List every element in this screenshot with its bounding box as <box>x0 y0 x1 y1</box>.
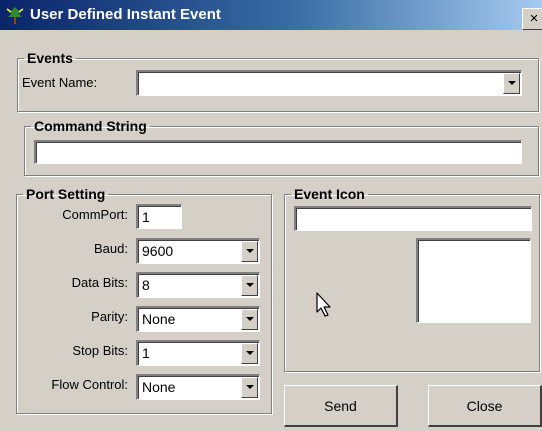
parity-dropdown-button[interactable] <box>241 309 258 330</box>
data-bits-value: 8 <box>142 277 150 293</box>
parity-value: None <box>142 311 176 327</box>
flow-control-label: Flow Control: <box>51 377 128 392</box>
data-bits-label: Data Bits: <box>71 275 128 290</box>
event-name-label: Event Name: <box>22 75 98 90</box>
event-icon-path-input[interactable] <box>294 206 532 231</box>
mouse-pointer-icon <box>316 292 331 317</box>
commport-label: CommPort: <box>62 207 128 222</box>
close-window-button[interactable]: × <box>522 8 542 30</box>
baud-value: 9600 <box>142 243 174 259</box>
baud-dropdown-button[interactable] <box>241 241 258 262</box>
flow-control-combo[interactable]: None <box>136 374 260 400</box>
chevron-down-icon <box>246 385 254 389</box>
baud-label: Baud: <box>94 241 128 256</box>
stop-bits-label: Stop Bits: <box>72 343 128 358</box>
command-string-input[interactable] <box>34 140 522 164</box>
events-legend: Events <box>27 50 73 66</box>
send-button[interactable]: Send <box>284 385 398 427</box>
command-string-legend: Command String <box>34 118 147 134</box>
flow-control-value: None <box>142 379 176 395</box>
commport-value: 1 <box>142 209 150 225</box>
chevron-down-icon <box>246 317 254 321</box>
event-name-dropdown-button[interactable] <box>503 73 520 94</box>
stop-bits-combo[interactable]: 1 <box>136 340 260 366</box>
parity-label: Parity: <box>91 309 128 324</box>
chevron-down-icon <box>246 249 254 253</box>
close-icon: × <box>529 10 539 27</box>
stop-bits-value: 1 <box>142 345 150 361</box>
event-icon-legend: Event Icon <box>294 186 365 202</box>
chevron-down-icon <box>246 283 254 287</box>
stop-bits-dropdown-button[interactable] <box>241 343 258 364</box>
parity-combo[interactable]: None <box>136 306 260 332</box>
port-setting-legend: Port Setting <box>26 186 106 202</box>
flow-control-dropdown-button[interactable] <box>241 377 258 398</box>
tree-icon <box>6 7 24 24</box>
dialog-window: User Defined Instant Event × Events Even… <box>0 0 542 431</box>
chevron-down-icon <box>246 351 254 355</box>
close-button[interactable]: Close <box>428 385 542 427</box>
title-bar[interactable]: User Defined Instant Event × <box>0 0 542 30</box>
baud-combo[interactable]: 9600 <box>136 238 260 264</box>
window-title: User Defined Instant Event <box>30 6 221 23</box>
data-bits-dropdown-button[interactable] <box>241 275 258 296</box>
data-bits-combo[interactable]: 8 <box>136 272 260 298</box>
commport-input[interactable]: 1 <box>136 204 182 229</box>
event-name-combo[interactable] <box>136 70 522 96</box>
event-icon-preview[interactable] <box>416 238 531 323</box>
chevron-down-icon <box>508 81 516 85</box>
